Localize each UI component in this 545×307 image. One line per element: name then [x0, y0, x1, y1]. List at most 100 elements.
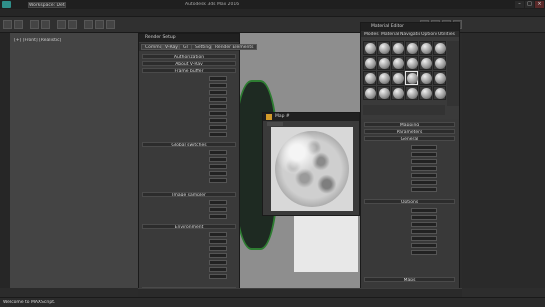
select-by-name-icon[interactable] — [68, 20, 77, 29]
viewport-label[interactable]: [+] [Front] [Realistic] — [14, 38, 74, 44]
field[interactable] — [411, 166, 437, 171]
workspace-selector[interactable]: Workspace: Default — [28, 2, 66, 8]
rotate-icon[interactable] — [95, 20, 104, 29]
field[interactable] — [209, 125, 227, 130]
field[interactable] — [411, 236, 437, 241]
field[interactable] — [209, 157, 227, 162]
rollout-general[interactable]: General — [364, 136, 455, 141]
rollout-maps[interactable]: Maps — [364, 277, 455, 282]
field[interactable] — [209, 246, 227, 251]
timeline[interactable] — [138, 288, 462, 297]
rollout-about[interactable]: About V-Ray — [142, 61, 236, 66]
material-slot[interactable] — [405, 86, 418, 100]
rollout-authorization[interactable]: Authorization — [142, 54, 236, 59]
menu-navigation[interactable]: Navigation — [400, 32, 420, 37]
minimize-button[interactable]: – — [515, 1, 524, 8]
field[interactable] — [209, 90, 227, 95]
material-slot[interactable] — [391, 86, 404, 100]
field[interactable] — [209, 150, 227, 155]
field[interactable] — [209, 118, 227, 123]
field[interactable] — [411, 159, 437, 164]
rollout-options[interactable]: Options — [364, 199, 455, 204]
field[interactable] — [209, 232, 227, 237]
field[interactable] — [209, 171, 227, 176]
scale-icon[interactable] — [106, 20, 115, 29]
move-icon[interactable] — [84, 20, 93, 29]
field[interactable] — [209, 253, 227, 258]
material-slot[interactable] — [433, 86, 446, 100]
menu-utilities[interactable]: Utilities — [438, 32, 458, 37]
rollout-mapping[interactable]: Mapping — [364, 122, 455, 127]
field[interactable] — [209, 200, 227, 205]
material-slot[interactable] — [377, 71, 390, 85]
rollout-global-switches[interactable]: Global switches — [142, 142, 236, 147]
field[interactable] — [411, 187, 437, 192]
field[interactable] — [209, 104, 227, 109]
material-slot[interactable] — [433, 71, 446, 85]
field[interactable] — [209, 111, 227, 116]
tab-gi[interactable]: GI — [179, 44, 192, 50]
field[interactable] — [209, 207, 227, 212]
field[interactable] — [209, 76, 227, 81]
app-logo-icon[interactable] — [2, 1, 11, 8]
field[interactable] — [411, 152, 437, 157]
material-slot[interactable] — [391, 41, 404, 55]
field[interactable] — [411, 215, 437, 220]
field[interactable] — [209, 97, 227, 102]
field[interactable] — [411, 250, 437, 255]
field[interactable] — [209, 164, 227, 169]
rollout-frame-buffer[interactable]: Frame buffer — [142, 68, 236, 73]
redo-icon[interactable] — [14, 20, 23, 29]
material-slot[interactable] — [433, 41, 446, 55]
map-preview-window[interactable]: Map # — [262, 112, 360, 216]
material-slot[interactable] — [419, 41, 432, 55]
field[interactable] — [411, 180, 437, 185]
rollout-parameters[interactable]: Parameters — [364, 129, 455, 134]
field[interactable] — [411, 229, 437, 234]
field[interactable] — [209, 83, 227, 88]
field[interactable] — [209, 239, 227, 244]
field[interactable] — [411, 222, 437, 227]
maximize-button[interactable]: □ — [525, 1, 534, 8]
tab-render-elements[interactable]: Render Elements — [211, 44, 258, 50]
field[interactable] — [411, 243, 437, 248]
rollout-image-sampler[interactable]: Image sampler — [142, 192, 236, 197]
menu-modes[interactable]: Modes — [364, 32, 380, 37]
viewport[interactable]: [+] [Front] [Realistic] — [10, 33, 138, 288]
field[interactable] — [209, 267, 227, 272]
material-slot[interactable] — [363, 56, 376, 70]
rollout-environment[interactable]: Environment — [142, 224, 236, 229]
map-window-toolbar[interactable] — [267, 122, 283, 126]
menu-options[interactable]: Options — [421, 32, 437, 37]
field[interactable] — [209, 260, 227, 265]
material-slot[interactable] — [405, 41, 418, 55]
material-slot[interactable] — [391, 56, 404, 70]
field[interactable] — [411, 145, 437, 150]
material-slot-selected[interactable] — [405, 71, 418, 85]
field[interactable] — [209, 132, 227, 137]
material-slot[interactable] — [363, 71, 376, 85]
field[interactable] — [209, 274, 227, 279]
maxscript-listener[interactable]: Welcome to MAXScript. — [3, 300, 103, 306]
material-slot[interactable] — [419, 56, 432, 70]
material-slot[interactable] — [363, 86, 376, 100]
field[interactable] — [411, 173, 437, 178]
select-icon[interactable] — [57, 20, 66, 29]
menu-material[interactable]: Material — [381, 32, 399, 37]
material-slot[interactable] — [377, 41, 390, 55]
undo-icon[interactable] — [3, 20, 12, 29]
material-slot[interactable] — [433, 56, 446, 70]
field[interactable] — [209, 178, 227, 183]
link-icon[interactable] — [30, 20, 39, 29]
material-slot[interactable] — [419, 86, 432, 100]
unlink-icon[interactable] — [41, 20, 50, 29]
material-slot[interactable] — [377, 86, 390, 100]
close-button[interactable]: × — [535, 1, 544, 8]
material-slot[interactable] — [405, 56, 418, 70]
material-slot[interactable] — [391, 71, 404, 85]
material-slot[interactable] — [377, 56, 390, 70]
field[interactable] — [411, 208, 437, 213]
field[interactable] — [209, 214, 227, 219]
material-slot[interactable] — [363, 41, 376, 55]
material-slot[interactable] — [419, 71, 432, 85]
